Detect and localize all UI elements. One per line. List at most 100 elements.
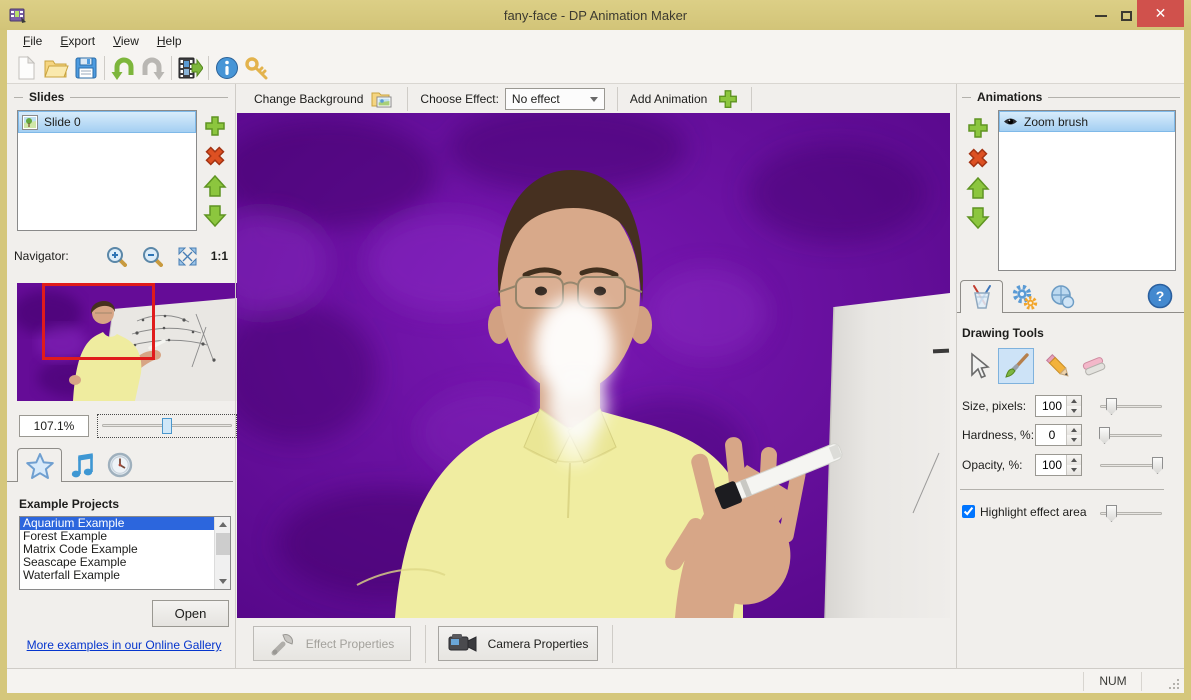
size-spinner xyxy=(1035,395,1082,417)
example-project-item[interactable]: Waterfall Example xyxy=(20,569,230,582)
scroll-down-button[interactable] xyxy=(215,574,231,589)
scroll-up-button[interactable] xyxy=(215,517,231,532)
animation-list-item[interactable]: Zoom brush xyxy=(999,111,1175,132)
export-movie-button[interactable] xyxy=(175,54,205,82)
close-button[interactable]: ✕ xyxy=(1137,0,1184,27)
scrollbar-thumb[interactable] xyxy=(216,533,230,555)
zoom-slider[interactable] xyxy=(97,414,237,438)
fit-to-window-button[interactable] xyxy=(177,244,200,268)
add-animation-list-button[interactable] xyxy=(966,116,990,140)
navigator-viewport-rect[interactable] xyxy=(42,283,155,360)
size-decrement-button[interactable] xyxy=(1067,406,1081,416)
animations-group-header: Animations xyxy=(962,90,1180,104)
animations-actions xyxy=(966,116,990,230)
plus-icon xyxy=(205,116,225,136)
redo-button[interactable] xyxy=(138,54,168,82)
register-button[interactable] xyxy=(242,54,272,82)
new-project-button[interactable] xyxy=(11,54,41,82)
menu-export[interactable]: Export xyxy=(52,32,103,50)
move-animation-up-button[interactable] xyxy=(966,176,990,200)
size-increment-button[interactable] xyxy=(1067,396,1081,406)
help-button[interactable]: ? xyxy=(1146,282,1174,310)
delete-slide-button[interactable] xyxy=(203,144,227,168)
hardness-label: Hardness, %: xyxy=(962,428,1035,442)
online-gallery-link[interactable]: More examples in our Online Gallery xyxy=(27,638,222,652)
brush-tool-button[interactable] xyxy=(998,348,1034,384)
menu-file[interactable]: File xyxy=(15,32,50,50)
info-icon xyxy=(216,56,238,79)
effect-dropdown[interactable]: No effect xyxy=(504,88,605,110)
size-slider[interactable] xyxy=(1096,395,1166,418)
tab-music[interactable] xyxy=(64,448,100,482)
hardness-input[interactable] xyxy=(1038,426,1066,444)
opacity-increment-button[interactable] xyxy=(1067,455,1081,465)
change-background-button[interactable]: Change Background xyxy=(254,92,363,106)
save-project-button[interactable] xyxy=(71,54,101,82)
opacity-slider-thumb[interactable] xyxy=(1152,457,1163,474)
camera-properties-button[interactable]: Camera Properties xyxy=(438,626,598,661)
animations-title: Animations xyxy=(977,90,1043,104)
add-animation-button[interactable]: Add Animation xyxy=(630,92,707,106)
opacity-slider[interactable] xyxy=(1096,454,1166,477)
zoom-out-button[interactable] xyxy=(141,244,164,268)
add-slide-button[interactable] xyxy=(203,114,227,138)
maximize-button[interactable] xyxy=(1112,6,1140,25)
undo-icon xyxy=(111,57,134,80)
tab-motion[interactable] xyxy=(1044,280,1080,313)
maximize-icon xyxy=(1120,10,1132,21)
menu-help[interactable]: Help xyxy=(149,32,190,50)
tab-drawing-tools[interactable] xyxy=(960,280,1003,313)
undo-button[interactable] xyxy=(108,54,138,82)
tab-animations-library[interactable] xyxy=(17,448,62,482)
zoom-slider-thumb[interactable] xyxy=(162,418,172,434)
tab-timing[interactable] xyxy=(102,448,138,482)
key-icon xyxy=(245,56,268,79)
opacity-input[interactable] xyxy=(1038,456,1066,474)
move-slide-up-button[interactable] xyxy=(203,174,227,198)
star-icon xyxy=(25,452,54,479)
highlight-effect-area-checkbox[interactable] xyxy=(962,505,975,518)
menu-view[interactable]: View xyxy=(105,32,147,50)
size-input[interactable] xyxy=(1038,397,1066,415)
visibility-eye-icon[interactable] xyxy=(1003,116,1018,127)
move-slide-down-button[interactable] xyxy=(203,204,227,228)
hardness-increment-button[interactable] xyxy=(1067,425,1081,435)
example-projects-scrollbar[interactable] xyxy=(214,517,230,589)
zoom-value-box[interactable]: 107.1% xyxy=(19,415,89,437)
canvas-toolbar: Change Background Choose Effect: No effe… xyxy=(240,86,955,112)
music-note-icon xyxy=(71,453,93,478)
open-example-button[interactable]: Open xyxy=(152,600,229,627)
size-slider-thumb[interactable] xyxy=(1106,398,1117,415)
arrow-up-icon xyxy=(203,174,227,197)
title-bar[interactable]: fany-face - DP Animation Maker ✕ xyxy=(0,0,1191,30)
eraser-tool-button[interactable] xyxy=(1076,348,1112,384)
highlight-slider-thumb[interactable] xyxy=(1106,505,1117,522)
resize-grip[interactable] xyxy=(1167,677,1179,689)
about-button[interactable] xyxy=(212,54,242,82)
effect-properties-button[interactable]: Effect Properties xyxy=(253,626,411,661)
hardness-slider[interactable] xyxy=(1096,424,1166,447)
actual-size-button[interactable]: 1:1 xyxy=(211,249,228,263)
tab-animation-settings[interactable] xyxy=(1006,280,1042,313)
opacity-decrement-button[interactable] xyxy=(1067,465,1081,475)
canvas-image[interactable] xyxy=(237,113,950,618)
move-animation-down-button[interactable] xyxy=(966,206,990,230)
slide-label: Slide 0 xyxy=(44,115,81,129)
zoom-value: 107.1% xyxy=(33,419,75,433)
hardness-slider-thumb[interactable] xyxy=(1099,427,1110,444)
hardness-decrement-button[interactable] xyxy=(1067,435,1081,445)
open-project-button[interactable] xyxy=(41,54,71,82)
arrow-down-icon xyxy=(966,207,990,230)
navigator-thumbnail[interactable] xyxy=(12,283,237,402)
highlight-slider[interactable] xyxy=(1096,502,1166,525)
scroll-up-icon xyxy=(219,522,227,527)
select-tool-button[interactable] xyxy=(960,348,996,384)
add-animation-plus-icon[interactable] xyxy=(717,88,739,110)
change-background-icon[interactable] xyxy=(371,90,393,109)
zoom-in-button[interactable] xyxy=(105,244,128,268)
pencil-tool-button[interactable] xyxy=(1040,348,1076,384)
arrow-down-icon xyxy=(203,205,227,228)
delete-animation-button[interactable] xyxy=(966,146,990,170)
camera-icon xyxy=(448,633,477,652)
slide-list-item[interactable]: Slide 0 xyxy=(18,111,196,133)
